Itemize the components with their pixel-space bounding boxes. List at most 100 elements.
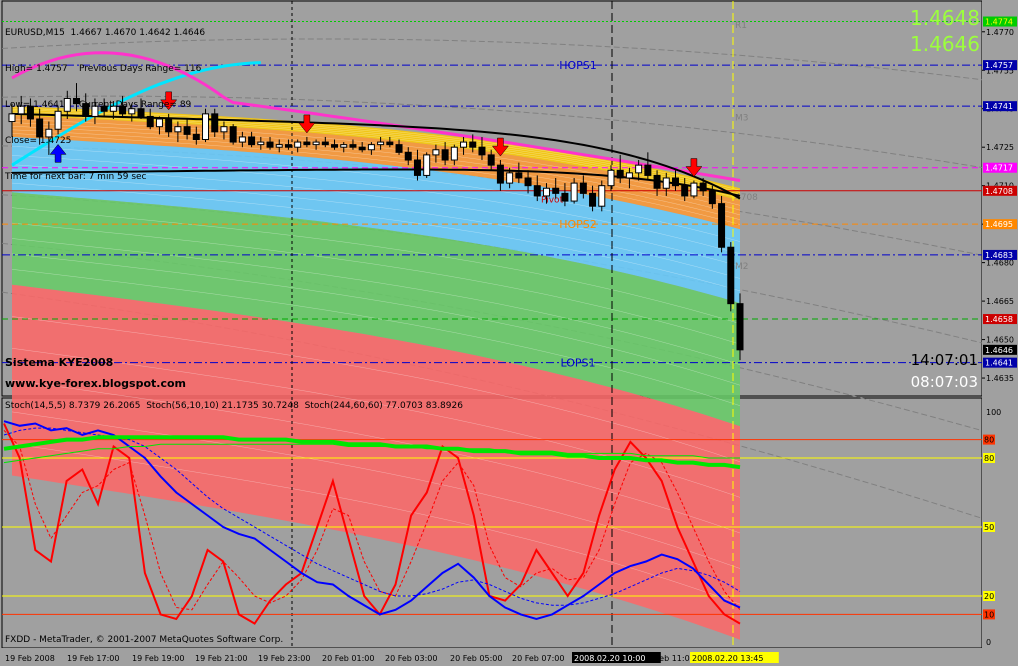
candle-body [248, 136, 256, 146]
candle-body [331, 144, 339, 148]
time-label: 2008.02.20 10:00 [574, 654, 645, 663]
high-range: High= 1.4757 Previous Days Range= 116 [5, 64, 202, 74]
candle-body [395, 144, 403, 153]
pivot-text: M2 [735, 262, 749, 272]
candle-body [570, 182, 578, 202]
candle-body [736, 303, 744, 351]
candle-body [386, 141, 394, 146]
candle-body [413, 159, 421, 176]
time-label: 20 Feb 01:00 [322, 654, 374, 663]
candle-body [450, 146, 458, 161]
candle-body [404, 151, 412, 161]
stoch-level-label: 20 [984, 592, 994, 601]
candle-body [653, 174, 661, 189]
server-clock: 14:07:01 [910, 351, 978, 369]
candle-body [377, 141, 385, 146]
price-marker-label: 1.4658 [985, 315, 1013, 324]
time-label: 2008.02.20 13:45 [692, 654, 763, 663]
candle-body [211, 113, 219, 133]
candle-body [229, 126, 237, 143]
price-marker-label: 1.4695 [985, 220, 1013, 229]
price-marker-label: 1.4717 [985, 164, 1013, 173]
price-tick-label: 1.4680 [986, 259, 1014, 268]
chart-info-panel: EURUSD,M15 1.4667 1.4670 1.4642 1.4646 H… [5, 3, 205, 207]
candle-body [727, 246, 735, 305]
local-clock: 08:07:03 [910, 373, 978, 391]
candle-body [671, 177, 679, 187]
candle-body [579, 182, 587, 194]
candle-body [367, 144, 375, 151]
candle-body [635, 164, 643, 174]
candle-body [266, 141, 274, 148]
price-marker-label: 1.4646 [985, 346, 1013, 355]
price-marker-label: 1.4708 [985, 187, 1013, 196]
price-tick-label: 1.4770 [986, 28, 1014, 37]
time-label: Feb 11:0 [655, 654, 690, 663]
candle-body [275, 144, 283, 148]
candle-body [607, 169, 615, 187]
bar-timer: Time for next bar: 7 min 59 sec [5, 172, 147, 182]
time-label: 19 Feb 21:00 [195, 654, 247, 663]
time-label: 20 Feb 03:00 [385, 654, 437, 663]
time-label: 20 Feb 07:00 [512, 654, 564, 663]
candle-body [441, 149, 449, 161]
candle-body [312, 141, 320, 146]
candle-body [478, 146, 486, 156]
price-marker-label: 1.4683 [985, 251, 1013, 260]
candle-body [423, 154, 431, 176]
candle-body [552, 187, 560, 194]
candle-body [220, 126, 228, 133]
candle-body [708, 190, 716, 205]
candle-body [718, 203, 726, 248]
candle-body [340, 144, 348, 148]
candle-body [598, 185, 606, 207]
stoch-axis-label: 100 [986, 408, 1001, 417]
chart-window[interactable]: HOPS1 HOPS2 LOPS1 R1 M3 4708 M2 Pivot 1.4770 1.47… [0, 0, 1018, 666]
bid-price: 1.4646 [910, 32, 980, 56]
candle-body [358, 146, 366, 151]
candle-body [542, 187, 550, 197]
candle-body [699, 182, 707, 192]
candle-body [349, 144, 357, 148]
price-marker-label: 1.4641 [985, 359, 1013, 368]
candle-body [644, 164, 652, 176]
price-marker-label: 1.4757 [985, 61, 1013, 70]
stoch-level-label: 80 [984, 454, 994, 463]
time-label: 19 Feb 19:00 [132, 654, 184, 663]
price-marker-label: 1.4741 [985, 102, 1013, 111]
candle-body [589, 192, 597, 207]
candle-body [294, 141, 302, 148]
price-tick-label: 1.4725 [986, 143, 1014, 152]
candle-body [321, 141, 329, 146]
stoch-axis-label: 0 [986, 638, 991, 647]
copyright-footer: FXDD - MetaTrader, © 2001-2007 MetaQuote… [5, 635, 284, 645]
time-label: 20 Feb 05:00 [450, 654, 502, 663]
candle-body [681, 185, 689, 197]
system-url: www.kye-forex.blogspot.com [5, 377, 187, 390]
level-label: LOPS1 [560, 357, 595, 370]
stochastic-header: Stoch(14,5,5) 8.7379 26.2065 Stoch(56,10… [5, 401, 463, 411]
pivot-text: M3 [735, 113, 749, 123]
candle-body [561, 192, 569, 202]
candle-body [284, 144, 292, 148]
time-label: 19 Feb 17:00 [67, 654, 119, 663]
candle-body [690, 182, 698, 197]
candle-body [238, 136, 246, 143]
price-tick-label: 1.4635 [986, 374, 1014, 383]
candle-body [533, 185, 541, 197]
price-axis [982, 0, 1018, 666]
time-label: 19 Feb 23:00 [258, 654, 310, 663]
stoch-level-label: 50 [984, 523, 994, 532]
stoch-level-label: 80 [984, 436, 994, 445]
candle-body [487, 154, 495, 166]
price-marker-label: 1.4774 [985, 18, 1013, 27]
close-value: Close= 1.4725 [5, 136, 72, 146]
candle-body [496, 164, 504, 184]
symbol-ohlc: EURUSD,M15 1.4667 1.4670 1.4642 1.4646 [5, 28, 206, 38]
candle-body [616, 169, 624, 179]
pivot-text: R1 [735, 21, 747, 31]
stoch-level-label: 10 [984, 610, 994, 619]
level-label: HOPS2 [559, 218, 597, 231]
price-tick-label: 1.4665 [986, 297, 1014, 306]
low-range: Low= 1.4641 Current Days Range= 89 [5, 100, 192, 110]
